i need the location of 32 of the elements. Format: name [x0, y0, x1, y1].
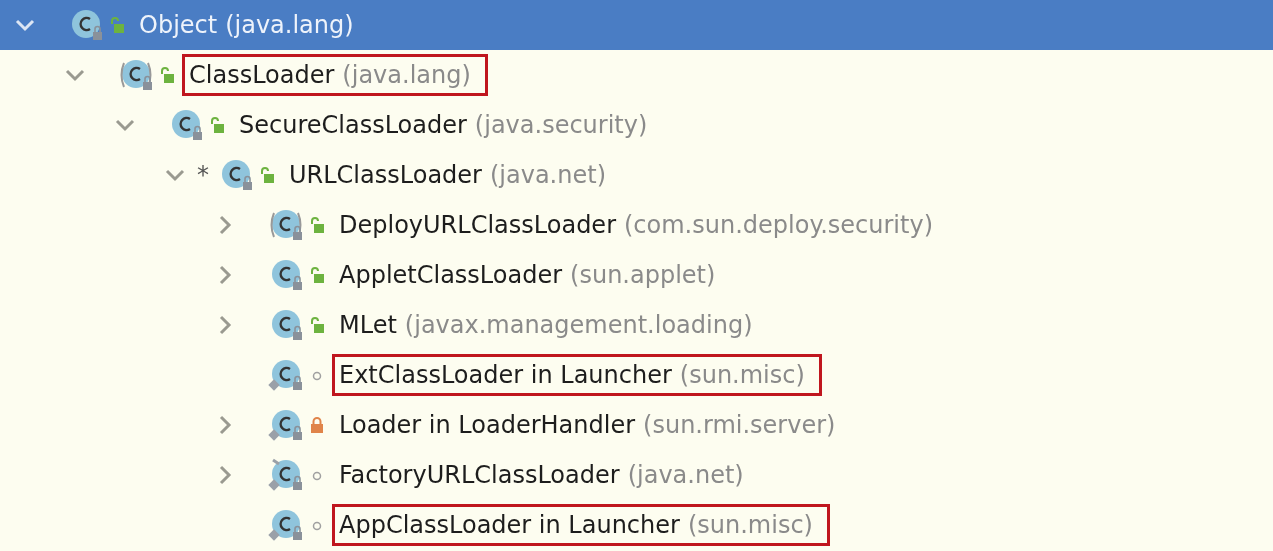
package-name: (sun.applet) — [570, 261, 716, 289]
class-name[interactable]: AppletClassLoader — [339, 261, 563, 289]
class-name[interactable]: AppClassLoader in Launcher — [339, 511, 680, 539]
package-name: (java.lang) — [342, 61, 471, 89]
class-name[interactable]: SecureClassLoader — [239, 111, 467, 139]
class-name[interactable]: Loader in LoaderHandler — [339, 411, 636, 439]
package-name: (java.lang) — [225, 11, 354, 39]
unlocked-icon — [210, 117, 224, 133]
class-name[interactable]: URLClassLoader — [289, 161, 482, 189]
unlocked-icon — [160, 67, 174, 83]
package-name: (sun.misc) — [687, 511, 813, 539]
class-name[interactable]: ClassLoader — [189, 61, 335, 89]
class-name[interactable]: MLet — [339, 311, 397, 339]
lock-icon — [310, 417, 324, 433]
unlocked-icon — [260, 167, 274, 183]
package-name: (com.sun.deploy.security) — [624, 211, 933, 239]
class-name[interactable]: DeployURLClassLoader — [339, 211, 616, 239]
class-name[interactable]: ExtClassLoader in Launcher — [339, 361, 672, 389]
class-name[interactable]: FactoryURLClassLoader — [339, 461, 620, 489]
unlocked-icon — [310, 317, 324, 333]
unlocked-icon — [110, 17, 124, 33]
unlocked-icon — [310, 217, 324, 233]
package-name: (java.net) — [627, 461, 744, 489]
selected-row[interactable]: Object (java.lang) — [0, 0, 1273, 50]
class-name[interactable]: Object — [139, 11, 218, 39]
package-name: (javax.management.loading) — [404, 311, 753, 339]
package-name: (sun.rmi.server) — [643, 411, 836, 439]
unlocked-icon — [310, 267, 324, 283]
package-name: (sun.misc) — [679, 361, 805, 389]
modified-marker: * — [196, 161, 210, 189]
package-name: (java.security) — [474, 111, 648, 139]
package-name: (java.net) — [489, 161, 606, 189]
